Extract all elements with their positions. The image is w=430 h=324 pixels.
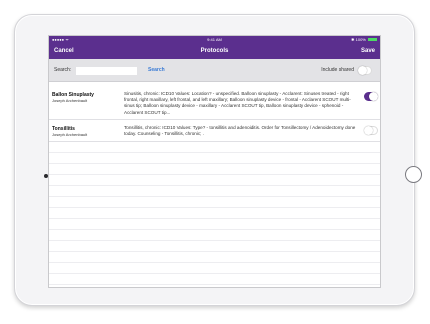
status-time: 9:41 AM [207,37,222,42]
page-title: Protocols [200,48,229,54]
empty-row-divider [49,197,380,208]
battery-text: ✱ 100% [351,37,366,42]
nav-bar: Cancel Protocols Save [49,43,380,59]
empty-row-divider [49,219,380,230]
empty-row-divider [49,153,380,164]
empty-row-divider [49,274,380,285]
toggle-knob [358,66,367,75]
empty-row-divider [49,186,380,197]
search-bar: Search: Search Include shared [49,59,380,82]
search-button[interactable]: Search [148,59,165,82]
protocol-select-toggle[interactable] [364,92,378,101]
search-label: Search: [54,67,72,73]
battery-indicator: ✱ 100% [351,36,377,43]
toggle-knob [369,92,378,101]
include-shared-label: Include shared [321,67,354,73]
toggle-knob [364,126,373,135]
protocol-select-toggle[interactable] [364,126,378,135]
protocol-author: Joseph Archenbault [52,98,88,103]
empty-row-divider [49,241,380,252]
empty-row-divider [49,175,380,186]
empty-row-divider [49,208,380,219]
protocol-list: Ballon Sinuplasty Joseph Archenbault Sin… [49,86,380,285]
empty-row-divider [49,230,380,241]
protocol-author: Joseph Archenbault [52,132,88,137]
home-button[interactable] [405,166,422,183]
save-button[interactable]: Save [361,43,375,59]
empty-row-divider [49,252,380,263]
app-screen: ●●●●● ᯤ 9:41 AM ✱ 100% Cancel Protocols … [48,35,381,288]
battery-icon [368,38,377,42]
list-item[interactable]: Ballon Sinuplasty Joseph Archenbault Sin… [49,86,380,120]
protocol-description: Sinusitis, chronic: ICD10 Values: Locati… [124,91,351,115]
empty-row-divider [49,263,380,274]
status-bar: ●●●●● ᯤ 9:41 AM ✱ 100% [49,36,380,43]
search-input[interactable] [76,67,137,75]
protocol-description: Tonsillitis, chronic: ICD10 Values: Type… [124,125,356,137]
empty-row-divider [49,164,380,175]
include-shared-toggle[interactable] [358,66,372,75]
empty-row-divider [49,142,380,153]
list-item[interactable]: Tonsillitis Joseph Archenbault Tonsillit… [49,120,380,142]
